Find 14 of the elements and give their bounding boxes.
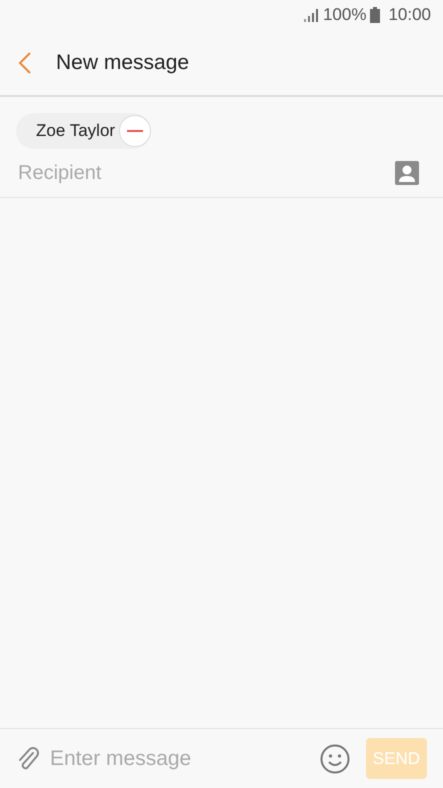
recipient-name: Zoe Taylor	[36, 120, 116, 142]
remove-icon[interactable]	[119, 115, 152, 147]
battery-percent: 100%	[322, 4, 366, 26]
emoji-icon[interactable]	[320, 744, 350, 774]
message-field[interactable]: Enter message	[48, 742, 312, 776]
screen-title: New message	[56, 50, 190, 76]
clock: 10:00	[388, 4, 431, 26]
attach-icon[interactable]	[16, 746, 40, 772]
signal-icon	[302, 8, 319, 22]
recipient-field[interactable]: Recipient	[16, 157, 395, 189]
back-button[interactable]	[18, 52, 32, 74]
battery-icon	[370, 7, 380, 23]
contact-icon[interactable]	[395, 161, 419, 185]
recipient-chip[interactable]: Zoe Taylor	[16, 113, 152, 149]
